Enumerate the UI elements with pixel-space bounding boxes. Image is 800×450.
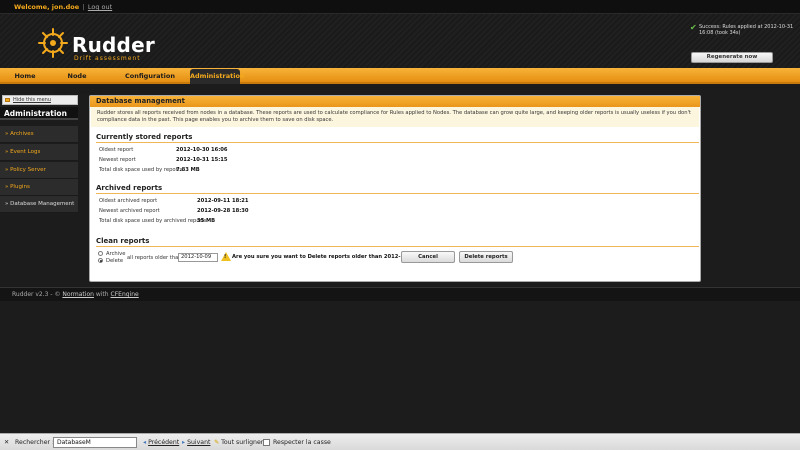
regenerate-now-button[interactable]: Regenerate now	[691, 52, 773, 63]
success-message: Success: Rules applied at 2012-10-31 16:…	[699, 24, 794, 36]
warning-icon-mark: !	[224, 254, 227, 260]
delete-radio[interactable]	[98, 258, 103, 263]
header: Rudder Drift assessment ✔ Success: Rules…	[0, 14, 800, 68]
footer-with: with	[95, 291, 109, 298]
nav-administration[interactable]: Administration	[190, 69, 245, 84]
oldest-report-value: 2012-10-30 16:06	[176, 147, 228, 153]
normation-link[interactable]: Normation	[62, 291, 94, 298]
previous-label: Précédent	[148, 439, 180, 446]
delete-reports-button[interactable]: Delete reports	[459, 251, 513, 263]
sidebar-item-database-management[interactable]: » Database Management	[0, 196, 78, 213]
oldest-archived-label: Oldest archived report	[99, 198, 158, 204]
clean-reports-heading: Clean reports	[96, 237, 699, 247]
sidebar-item-policy-server[interactable]: » Policy Server	[0, 162, 78, 179]
hide-menu-link[interactable]: Hide this menu	[2, 95, 78, 105]
disk-space-value: 7.83 MB	[176, 167, 200, 173]
logo-text: Rudder	[72, 33, 155, 57]
archive-radio[interactable]	[98, 251, 103, 256]
newest-archived-value: 2012-09-28 18:30	[197, 208, 249, 214]
disk-space-label: Total disk space used by reports:	[99, 167, 185, 173]
footer-text: Rudder v2.3 - © Normation with CFEngine	[12, 291, 139, 298]
cfengine-link[interactable]: CFEngine	[111, 291, 139, 298]
welcome-label: Welcome, jon.doe	[14, 3, 80, 11]
logout-link[interactable]: Log out	[88, 3, 112, 11]
date-input[interactable]: 2012-10-09	[178, 253, 218, 262]
previous-button[interactable]: ◂ Précédent	[143, 434, 179, 450]
hide-menu-icon	[5, 98, 10, 102]
panel-title: Database management	[90, 96, 700, 107]
hide-menu-label: Hide this menu	[13, 97, 51, 103]
intro-line-2: compliance data in the past. This page e…	[97, 117, 334, 123]
archived-disk-space-value: 35 MB	[197, 218, 216, 224]
find-input[interactable]: DatabaseM	[53, 437, 137, 448]
match-case-checkbox[interactable]	[263, 439, 270, 446]
success-notice: ✔ Success: Rules applied at 2012-10-31 1…	[690, 23, 795, 37]
next-button[interactable]: ▸ Suivant	[182, 434, 210, 450]
footer: Rudder v2.3 - © Normation with CFEngine	[0, 287, 800, 301]
newest-report-value: 2012-10-31 15:15	[176, 157, 228, 163]
oldest-archived-value: 2012-09-11 18:21	[197, 198, 249, 204]
oldest-report-label: Oldest report	[99, 147, 134, 153]
top-bar: Welcome, jon.doe | Log out	[0, 0, 800, 14]
highlight-icon: ✎	[214, 439, 220, 446]
arrow-left-icon: ◂	[143, 439, 147, 446]
sidebar: Hide this menu Administration » Archives…	[0, 95, 78, 215]
find-label: Rechercher :	[15, 439, 55, 446]
older-than-label: all reports older than	[127, 255, 182, 261]
sidebar-item-archives[interactable]: » Archives	[0, 126, 78, 143]
nav-home[interactable]: Home	[8, 68, 42, 84]
highlight-label: Tout surligner	[221, 439, 264, 446]
intro-line-1: Rudder stores all reports received from …	[97, 110, 693, 116]
nav-configuration-policy[interactable]: Configuration Policy	[113, 68, 187, 96]
welcome-text: Welcome, jon.doe | Log out	[14, 3, 112, 11]
sidebar-item-event-logs[interactable]: » Event Logs	[0, 144, 78, 161]
separator: |	[82, 3, 85, 11]
success-check-icon: ✔	[690, 23, 697, 32]
match-case-label: Respecter la casse	[273, 439, 331, 446]
logo-subtitle: Drift assessment	[74, 55, 141, 62]
archived-disk-space-label: Total disk space used by archived report…	[99, 218, 209, 224]
main-nav: Home Node Management Configuration Polic…	[0, 68, 800, 96]
cancel-button[interactable]: Cancel	[401, 251, 455, 263]
arrow-right-icon: ▸	[182, 439, 186, 446]
highlight-all-button[interactable]: ✎ Tout surligner	[214, 434, 263, 450]
archived-reports-heading: Archived reports	[96, 184, 699, 194]
current-reports-heading: Currently stored reports	[96, 133, 699, 143]
newest-archived-label: Newest archived report	[99, 208, 160, 214]
rudder-logo-icon[interactable]	[38, 28, 68, 58]
sidebar-item-plugins[interactable]: » Plugins	[0, 179, 78, 196]
close-icon[interactable]: ✕	[4, 434, 9, 450]
nav-node-management[interactable]: Node Management	[44, 68, 110, 96]
archive-radio-label: Archive	[106, 251, 126, 257]
intro-text: Rudder stores all reports received from …	[91, 107, 699, 127]
newest-report-label: Newest report	[99, 157, 136, 163]
sidebar-title: Administration	[0, 107, 78, 120]
next-label: Suivant	[187, 439, 211, 446]
find-bar: ✕ Rechercher : DatabaseM ◂ Précédent ▸ S…	[0, 433, 800, 450]
delete-radio-label: Delete	[106, 258, 124, 264]
footer-prefix: Rudder v2.3 - ©	[12, 291, 61, 298]
